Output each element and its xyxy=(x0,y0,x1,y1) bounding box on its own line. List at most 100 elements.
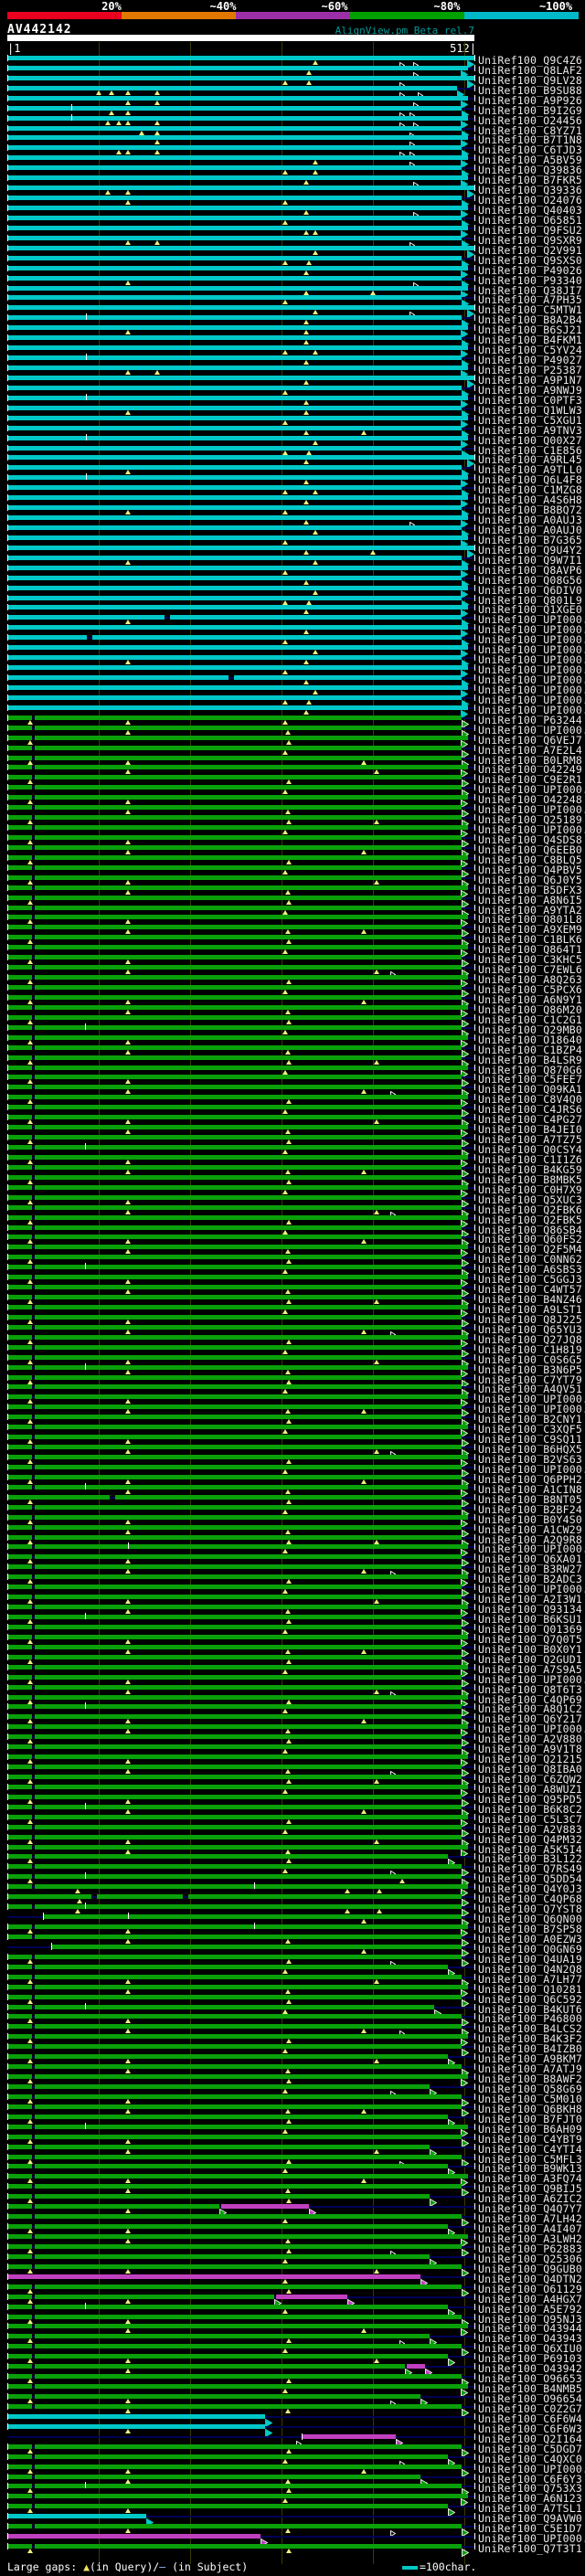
hit-bar[interactable] xyxy=(7,1505,32,1510)
hit-bar[interactable] xyxy=(35,1125,468,1129)
hit-bar[interactable] xyxy=(35,2244,462,2249)
hit-bar[interactable] xyxy=(35,1645,462,1649)
hit-bar[interactable] xyxy=(7,576,462,580)
hit-bar[interactable] xyxy=(7,635,87,640)
hit-bar[interactable] xyxy=(35,785,462,790)
hit-bar[interactable] xyxy=(35,1765,462,1769)
hit-bar[interactable] xyxy=(35,2475,420,2479)
hit-bar[interactable] xyxy=(35,1785,468,1789)
hit-bar[interactable] xyxy=(35,1574,468,1579)
hit-bar[interactable] xyxy=(35,1245,468,1249)
hit-bar[interactable] xyxy=(35,1744,462,1749)
hit-bar[interactable] xyxy=(35,1035,468,1040)
hit-bar[interactable] xyxy=(35,1265,462,1269)
hit-bar[interactable] xyxy=(35,1825,462,1829)
hit-bar[interactable] xyxy=(7,2204,32,2209)
hit-bar[interactable] xyxy=(7,1724,32,1729)
hit-bar[interactable] xyxy=(7,335,462,340)
hit-bar[interactable] xyxy=(7,2384,32,2389)
hit-bar[interactable] xyxy=(35,1975,462,1979)
hit-bar[interactable] xyxy=(7,366,468,370)
hit-bar[interactable] xyxy=(35,2364,405,2369)
hit-bar[interactable] xyxy=(7,126,462,131)
hit-bar[interactable] xyxy=(7,566,468,570)
hit-bar[interactable] xyxy=(7,2364,32,2369)
hit-bar[interactable] xyxy=(35,1655,462,1659)
hit-bar[interactable] xyxy=(7,165,462,170)
hit-bar[interactable] xyxy=(7,2454,32,2459)
hit-bar[interactable] xyxy=(35,1045,462,1050)
hit-bar[interactable] xyxy=(7,1105,32,1109)
hit-bar[interactable] xyxy=(35,736,468,740)
hit-bar[interactable] xyxy=(35,975,468,980)
hit-bar[interactable] xyxy=(35,2005,434,2009)
hit-bar[interactable] xyxy=(35,2504,448,2508)
hit-bar[interactable] xyxy=(7,376,474,380)
hit-bar[interactable] xyxy=(7,1544,32,1549)
hit-bar[interactable] xyxy=(7,1935,32,1939)
hit-bar[interactable] xyxy=(35,1675,462,1680)
hit-bar[interactable] xyxy=(35,1435,462,1439)
hit-bar[interactable] xyxy=(35,1485,468,1489)
hit-bar[interactable] xyxy=(35,1815,468,1819)
hit-bar[interactable] xyxy=(35,1335,468,1340)
hit-bar[interactable] xyxy=(35,2145,430,2149)
hit-bar[interactable] xyxy=(35,2524,462,2528)
hit-bar[interactable] xyxy=(7,625,468,630)
hit-bar[interactable] xyxy=(35,1394,468,1399)
hit-bar[interactable] xyxy=(7,535,468,540)
hit-bar[interactable] xyxy=(35,1884,468,1889)
hit-bar[interactable] xyxy=(7,2145,32,2149)
hit-bar[interactable] xyxy=(7,286,468,291)
hit-bar[interactable] xyxy=(35,1455,468,1459)
hit-bar[interactable] xyxy=(7,746,32,750)
hit-bar[interactable] xyxy=(35,2264,462,2269)
hit-bar[interactable] xyxy=(35,2344,462,2348)
hit-bar[interactable] xyxy=(7,2514,146,2518)
hit-bar[interactable] xyxy=(35,1935,462,1939)
hit-bar[interactable] xyxy=(7,295,462,300)
hit-bar[interactable] xyxy=(35,1685,462,1690)
hit-bar[interactable] xyxy=(35,1845,468,1850)
hit-bar[interactable] xyxy=(7,1025,32,1030)
hit-bar[interactable] xyxy=(7,1564,32,1569)
hit-bar[interactable] xyxy=(7,1065,32,1070)
hit-bar[interactable] xyxy=(7,446,462,451)
hit-bar[interactable] xyxy=(35,1835,462,1839)
hit-bar[interactable] xyxy=(35,935,462,939)
hit-bar[interactable] xyxy=(35,2094,462,2099)
hit-bar[interactable] xyxy=(7,885,32,890)
hit-label[interactable]: UniRef100_Q7T3T1 xyxy=(478,2542,582,2555)
hit-bar[interactable] xyxy=(35,2334,430,2338)
hit-bar[interactable] xyxy=(7,266,468,270)
hit-bar[interactable] xyxy=(7,825,32,830)
hit-bar[interactable] xyxy=(35,1554,462,1559)
hit-bar[interactable] xyxy=(7,246,474,250)
hit-bar[interactable] xyxy=(35,2155,462,2159)
hit-bar[interactable] xyxy=(7,426,462,430)
hit-bar[interactable] xyxy=(35,2054,448,2059)
hit-bar[interactable] xyxy=(35,815,462,820)
hit-bar[interactable] xyxy=(7,1985,32,1989)
hit-bar[interactable] xyxy=(35,2224,448,2229)
hit-bar[interactable] xyxy=(35,1105,462,1109)
hit-bar[interactable] xyxy=(35,1235,462,1239)
hit-bar[interactable] xyxy=(35,1525,462,1530)
hit-bar[interactable] xyxy=(35,1695,468,1700)
hit-bar[interactable] xyxy=(35,1805,462,1809)
hit-bar[interactable] xyxy=(7,2125,32,2129)
hit-bar[interactable] xyxy=(35,2014,462,2019)
hit-bar[interactable] xyxy=(35,1025,462,1030)
hit-bar[interactable] xyxy=(35,835,462,840)
hit-bar[interactable] xyxy=(7,396,468,400)
hit-bar[interactable] xyxy=(7,485,462,490)
hit-bar[interactable] xyxy=(7,206,468,210)
hit-bar[interactable] xyxy=(7,596,462,600)
hit-bar[interactable] xyxy=(35,765,468,769)
hit-bar[interactable] xyxy=(35,1714,462,1719)
hit-bar[interactable] xyxy=(35,885,468,890)
hit-bar[interactable] xyxy=(35,1195,462,1200)
hit-bar[interactable] xyxy=(43,1914,462,1919)
hit-bar[interactable] xyxy=(7,465,462,470)
hit-bar[interactable] xyxy=(7,515,468,520)
